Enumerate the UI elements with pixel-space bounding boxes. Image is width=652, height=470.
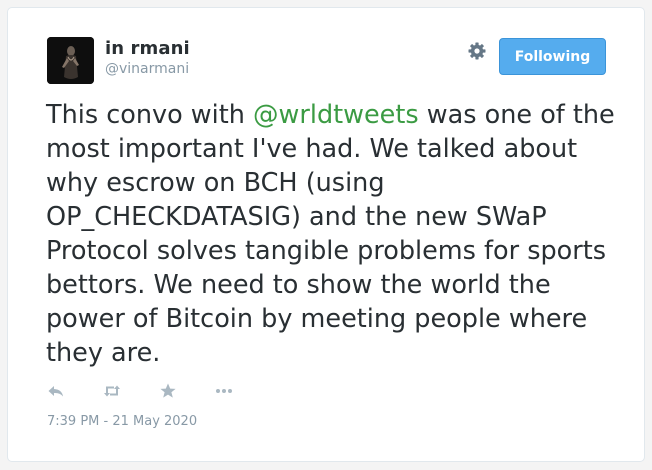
tweet-text-rest: was one of the most important I've had. …: [46, 100, 615, 368]
profile-photo-avatar: [47, 37, 94, 84]
more-icon[interactable]: [214, 381, 234, 401]
retweet-icon[interactable]: [102, 381, 122, 401]
avatar[interactable]: [47, 37, 94, 84]
following-button[interactable]: Following: [499, 38, 606, 75]
like-star-icon[interactable]: [158, 381, 178, 401]
gear-icon[interactable]: [467, 41, 487, 61]
mention-link[interactable]: @wrldtweets: [253, 100, 419, 130]
timestamp[interactable]: 7:39 PM - 21 May 2020: [47, 414, 197, 429]
tweet-text: This convo with @wrldtweets was one of t…: [46, 98, 626, 370]
reply-icon[interactable]: [46, 381, 66, 401]
tweet-text-start: This convo with: [46, 100, 254, 130]
user-handle[interactable]: @vinarmani: [105, 61, 189, 77]
tweet-card: in rmani @vinarmani Following This convo…: [7, 7, 645, 462]
display-name[interactable]: in rmani: [105, 38, 190, 59]
